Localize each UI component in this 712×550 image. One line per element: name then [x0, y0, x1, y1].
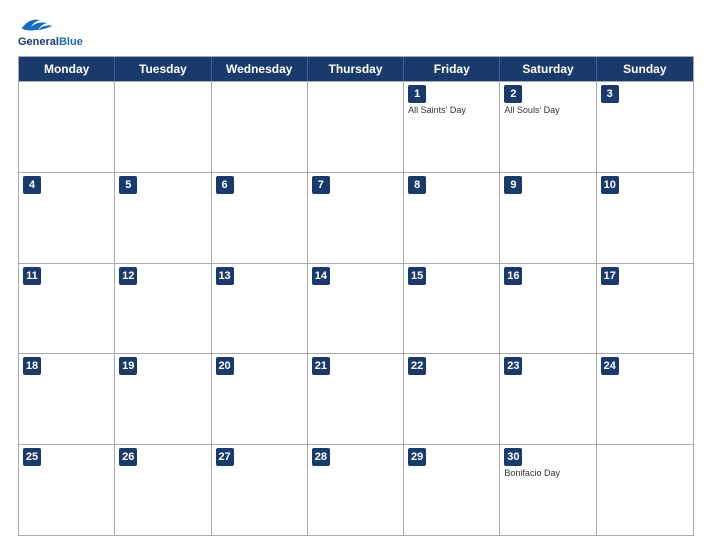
day-number: 30	[504, 448, 522, 466]
calendar-page: General Blue MondayTuesdayWednesdayThurs…	[0, 0, 712, 550]
day-number: 11	[23, 267, 41, 285]
day-cell: 29	[404, 445, 500, 535]
week-row: 1 All Saints' Day 2 All Souls' Day 3	[19, 81, 693, 172]
logo-blue: Blue	[59, 36, 83, 48]
week-row: 11 12 13 14 15 16 17	[19, 263, 693, 354]
logo-general: General	[18, 36, 59, 48]
day-cell: 4	[19, 173, 115, 263]
day-cell: 23	[500, 354, 596, 444]
day-cell	[115, 82, 211, 172]
week-row: 18 19 20 21 22 23 24	[19, 353, 693, 444]
day-number: 18	[23, 357, 41, 375]
day-headers: MondayTuesdayWednesdayThursdayFridaySatu…	[19, 57, 693, 81]
day-header-thursday: Thursday	[308, 57, 404, 81]
day-cell: 12	[115, 264, 211, 354]
event-text: Bonifacio Day	[504, 468, 591, 479]
week-row: 4 5 6 7 8 9 10	[19, 172, 693, 263]
day-cell: 5	[115, 173, 211, 263]
logo-area: General Blue	[18, 14, 108, 48]
day-cell	[19, 82, 115, 172]
day-number: 6	[216, 176, 234, 194]
event-text: All Saints' Day	[408, 105, 495, 116]
day-number: 7	[312, 176, 330, 194]
day-cell: 10	[597, 173, 693, 263]
day-number: 20	[216, 357, 234, 375]
day-cell: 30 Bonifacio Day	[500, 445, 596, 535]
day-cell: 25	[19, 445, 115, 535]
day-cell: 27	[212, 445, 308, 535]
day-cell: 19	[115, 354, 211, 444]
weeks: 1 All Saints' Day 2 All Souls' Day 3 4 5 6 7 8 9 10…	[19, 81, 693, 535]
day-number: 13	[216, 267, 234, 285]
day-number: 28	[312, 448, 330, 466]
event-text: All Souls' Day	[504, 105, 591, 116]
day-cell: 17	[597, 264, 693, 354]
day-number: 25	[23, 448, 41, 466]
header: General Blue	[18, 14, 694, 48]
logo-icon	[18, 14, 54, 36]
week-row: 25 26 27 28 29 30 Bonifacio Day	[19, 444, 693, 535]
day-cell: 21	[308, 354, 404, 444]
day-cell: 26	[115, 445, 211, 535]
day-number: 16	[504, 267, 522, 285]
day-number: 15	[408, 267, 426, 285]
day-number: 12	[119, 267, 137, 285]
day-number: 24	[601, 357, 619, 375]
day-cell: 3	[597, 82, 693, 172]
day-number: 5	[119, 176, 137, 194]
day-cell: 8	[404, 173, 500, 263]
day-cell: 16	[500, 264, 596, 354]
day-number: 19	[119, 357, 137, 375]
day-header-tuesday: Tuesday	[115, 57, 211, 81]
day-number: 26	[119, 448, 137, 466]
day-cell: 28	[308, 445, 404, 535]
day-number: 9	[504, 176, 522, 194]
day-cell	[597, 445, 693, 535]
day-number: 21	[312, 357, 330, 375]
day-number: 17	[601, 267, 619, 285]
day-number: 10	[601, 176, 619, 194]
day-number: 8	[408, 176, 426, 194]
day-header-friday: Friday	[404, 57, 500, 81]
day-number: 14	[312, 267, 330, 285]
day-cell: 11	[19, 264, 115, 354]
day-number: 2	[504, 85, 522, 103]
day-number: 4	[23, 176, 41, 194]
day-cell	[308, 82, 404, 172]
day-cell: 9	[500, 173, 596, 263]
day-cell: 24	[597, 354, 693, 444]
day-number: 1	[408, 85, 426, 103]
day-cell: 13	[212, 264, 308, 354]
day-header-wednesday: Wednesday	[212, 57, 308, 81]
day-cell: 18	[19, 354, 115, 444]
calendar: MondayTuesdayWednesdayThursdayFridaySatu…	[18, 56, 694, 536]
day-number: 23	[504, 357, 522, 375]
day-header-monday: Monday	[19, 57, 115, 81]
day-cell	[212, 82, 308, 172]
day-cell: 22	[404, 354, 500, 444]
day-cell: 14	[308, 264, 404, 354]
day-number: 27	[216, 448, 234, 466]
day-cell: 7	[308, 173, 404, 263]
day-number: 29	[408, 448, 426, 466]
day-cell: 2 All Souls' Day	[500, 82, 596, 172]
day-cell: 1 All Saints' Day	[404, 82, 500, 172]
day-cell: 15	[404, 264, 500, 354]
day-cell: 6	[212, 173, 308, 263]
day-header-sunday: Sunday	[597, 57, 693, 81]
country-label	[604, 14, 694, 18]
day-header-saturday: Saturday	[500, 57, 596, 81]
day-number: 22	[408, 357, 426, 375]
day-number: 3	[601, 85, 619, 103]
day-cell: 20	[212, 354, 308, 444]
